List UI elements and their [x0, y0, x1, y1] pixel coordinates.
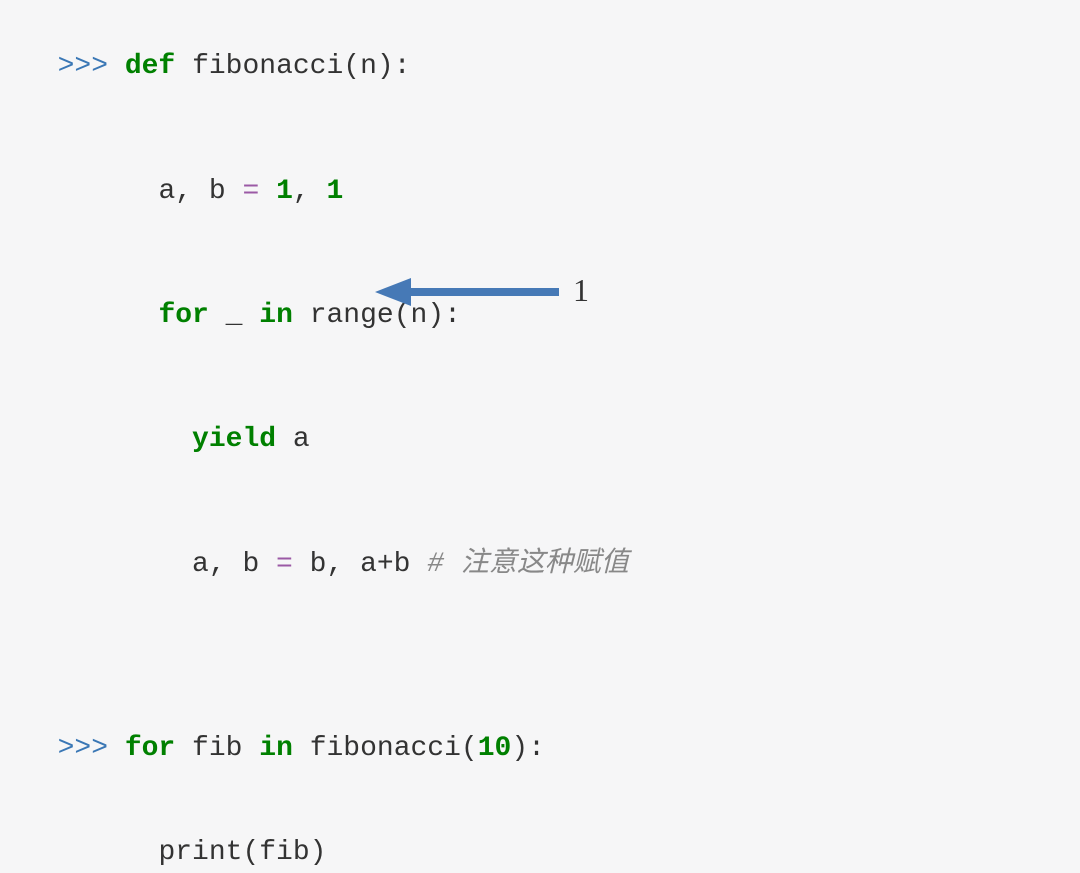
space: [293, 733, 310, 764]
arrow-annotation: 1: [371, 270, 589, 315]
lhs: a, b: [192, 549, 276, 580]
equals-op: =: [276, 549, 310, 580]
indent: [58, 300, 159, 331]
comment-text: # 注意这种赋值: [427, 549, 629, 580]
for-mid: _: [209, 300, 259, 331]
number-one-b: 1: [326, 176, 343, 207]
code-line-for-call: >>> for fib in fibonacci(10):: [24, 690, 1080, 768]
number-ten: 10: [478, 733, 512, 764]
print-call: print(fib): [158, 837, 326, 868]
blank-gap: [24, 620, 1080, 690]
keyword-yield: yield: [192, 424, 276, 455]
lhs: a, b: [158, 176, 242, 207]
keyword-for: for: [125, 733, 175, 764]
comma-sep: ,: [293, 176, 327, 207]
annotation-label: 1: [573, 268, 589, 313]
keyword-in: in: [259, 733, 293, 764]
number-one-a: 1: [276, 176, 293, 207]
prompt-marker: >>>: [58, 51, 125, 82]
arrow-icon: [371, 273, 561, 311]
prompt-marker: >>>: [58, 733, 125, 764]
open-paren: (: [461, 733, 478, 764]
keyword-def: def: [125, 51, 175, 82]
function-name: fibonacci: [310, 733, 461, 764]
code-line-assign-init: a, b = 1, 1: [24, 132, 1080, 210]
indent: [58, 176, 159, 207]
keyword-in: in: [259, 300, 293, 331]
code-line-yield: yield a: [24, 381, 1080, 459]
def-args: (n):: [343, 51, 410, 82]
indent: [58, 549, 192, 580]
yield-var: a: [276, 424, 310, 455]
equals-op: =: [242, 176, 276, 207]
indent: [58, 837, 159, 868]
keyword-for: for: [158, 300, 208, 331]
for-var: fib: [175, 733, 259, 764]
function-name: fibonacci: [192, 51, 343, 82]
code-line-print: print(fib): [24, 794, 1080, 872]
code-line-assign-swap: a, b = b, a+b # 注意这种赋值: [24, 506, 1080, 584]
code-line-def: >>> def fibonacci(n):: [24, 8, 1080, 86]
space: [175, 51, 192, 82]
close-call: ):: [511, 733, 545, 764]
rhs: b, a+b: [310, 549, 428, 580]
indent: [58, 424, 192, 455]
